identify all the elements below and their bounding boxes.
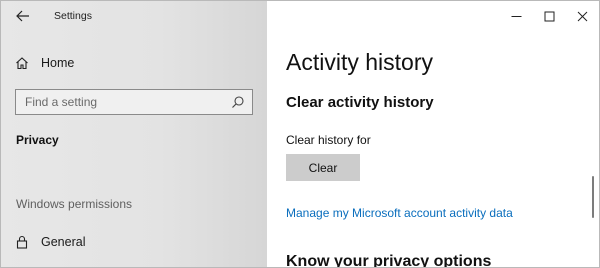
window-controls <box>500 1 599 31</box>
clear-button[interactable]: Clear <box>286 154 360 181</box>
clear-history-label: Clear history for <box>286 133 371 147</box>
sidebar-item-label: General <box>41 235 86 249</box>
main-content: Activity history Clear activity history … <box>267 31 599 267</box>
minimize-button[interactable] <box>500 1 533 31</box>
sidebar: Settings Home Privacy Windows permission… <box>1 1 267 267</box>
lock-icon <box>16 235 28 249</box>
close-icon <box>577 11 588 21</box>
manage-activity-link[interactable]: Manage my Microsoft account activity dat… <box>286 206 513 220</box>
section-header-windows-permissions: Windows permissions <box>16 197 133 211</box>
home-icon <box>16 57 28 70</box>
search-icon[interactable] <box>231 95 245 109</box>
title-bar: Settings <box>1 1 267 31</box>
sidebar-item-home[interactable]: Home <box>15 54 74 72</box>
section-header-privacy: Privacy <box>16 133 59 147</box>
maximize-icon <box>544 11 555 21</box>
search-input[interactable] <box>16 90 231 114</box>
page-title: Activity history <box>286 49 433 75</box>
window-title: Settings <box>54 10 92 22</box>
sidebar-item-label: Home <box>41 56 75 70</box>
back-arrow-icon <box>16 10 29 22</box>
scrollbar[interactable] <box>592 176 594 218</box>
sidebar-item-general[interactable]: General <box>15 233 85 251</box>
search-box[interactable] <box>15 89 253 115</box>
privacy-options-title: Know your privacy options <box>286 253 492 268</box>
minimize-icon <box>511 15 522 17</box>
maximize-button[interactable] <box>533 1 566 31</box>
back-button[interactable] <box>13 7 33 25</box>
settings-window: Settings Home Privacy Windows permission… <box>0 0 600 268</box>
section-title: Clear activity history <box>286 94 434 111</box>
close-button[interactable] <box>566 1 599 31</box>
